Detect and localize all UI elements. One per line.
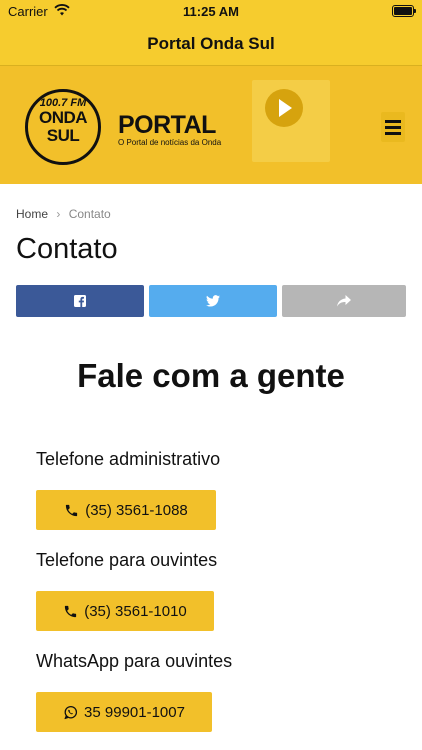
status-bar: Carrier 11:25 AM [0,0,422,24]
play-button[interactable] [265,89,303,127]
phone-icon [65,605,77,617]
facebook-icon [74,295,86,307]
whatsapp-number: 35 99901-1007 [84,703,185,721]
logo-name-line2: SUL [46,126,80,145]
logo-name-line1: ONDA [38,108,88,127]
contact-label-whatsapp: WhatsApp para ouvintes [36,651,233,671]
share-twitter-button[interactable] [149,285,277,317]
logo-name: ONDA SUL [28,109,98,145]
clock: 11:25 AM [183,4,239,19]
contact-label-admin: Telefone administrativo [36,449,221,469]
play-icon [279,99,292,117]
breadcrumb-separator: › [56,207,61,221]
call-listeners-number: (35) 3561-1010 [84,602,187,620]
portal-logo-tagline: O Portal de notícias da Onda [118,138,222,147]
whatsapp-button[interactable]: 35 99901-1007 [36,692,212,732]
twitter-icon [206,295,220,307]
share-more-button[interactable] [282,285,406,317]
breadcrumb-current: Contato [68,207,111,221]
call-admin-number: (35) 3561-1088 [85,501,188,519]
onda-sul-logo[interactable]: 100.7 FM ONDA SUL [25,89,101,165]
nav-title: Portal Onda Sul [147,34,275,53]
call-admin-button[interactable]: (35) 3561-1088 [36,490,216,530]
breadcrumb-home[interactable]: Home [16,207,48,221]
call-listeners-button[interactable]: (35) 3561-1010 [36,591,214,631]
portal-logo-title: PORTAL [118,111,216,139]
whatsapp-icon [64,705,78,719]
contact-label-listeners: Telefone para ouvintes [36,550,218,570]
breadcrumb: Home › Contato [16,207,111,221]
portal-logo[interactable]: PORTAL O Portal de notícias da Onda [118,112,221,148]
page-title: Contato [16,233,118,265]
phone-icon [66,504,78,516]
nav-bar: Portal Onda Sul [0,24,422,66]
menu-button[interactable] [381,112,405,142]
radio-player [252,80,330,162]
contact-heading: Fale com a gente [77,357,345,394]
share-facebook-button[interactable] [16,285,144,317]
hamburger-icon [385,120,401,123]
battery-icon [392,5,416,17]
share-arrow-icon [337,295,351,307]
